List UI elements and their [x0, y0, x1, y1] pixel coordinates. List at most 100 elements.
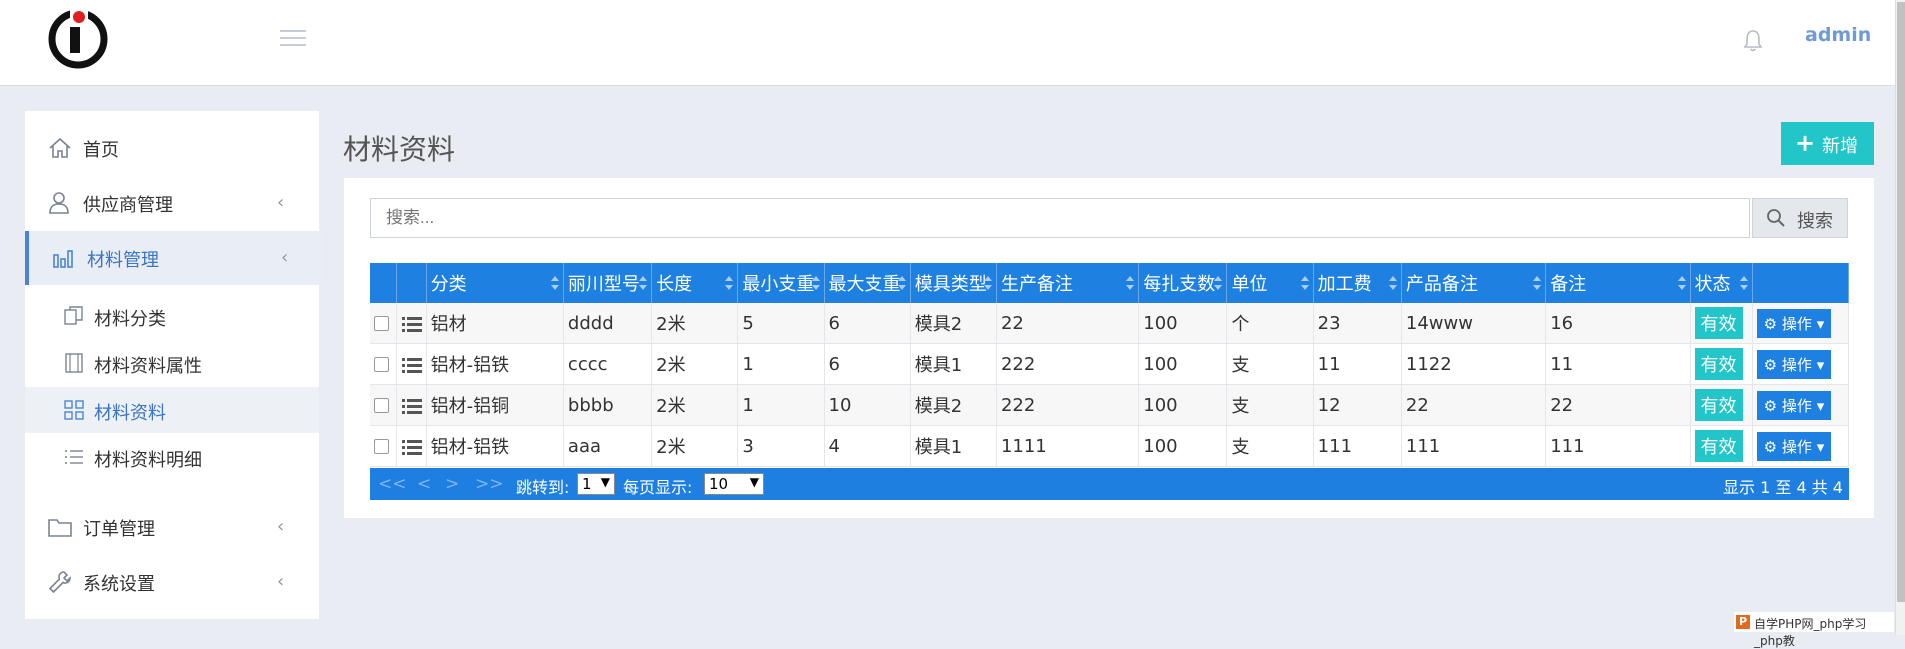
- chevron-left-icon: ‹: [277, 516, 285, 537]
- actions-label: 操作: [1781, 314, 1812, 333]
- search-button[interactable]: 搜索: [1752, 198, 1848, 238]
- chevron-left-icon: ‹: [277, 192, 285, 213]
- column-header[interactable]: 产品备注: [1401, 263, 1547, 303]
- home-icon: [49, 137, 71, 158]
- table-cell: aaa: [563, 425, 653, 467]
- column-header-label: 模具类型: [914, 274, 987, 295]
- actions-dropdown-button[interactable]: ⚙ 操作 ▾: [1756, 308, 1832, 338]
- plus-icon: +: [1795, 129, 1816, 157]
- sort-icon: [725, 276, 734, 290]
- sort-icon: [1677, 276, 1686, 290]
- row-checkbox-cell: [370, 343, 397, 385]
- column-header-label: 最大支重: [828, 274, 901, 295]
- table-body: 铝材 dddd 2米 5 6 模具2 22 100 个 23 14www 16 有效 ⚙ 操作 ▾ 铝材-铝…: [370, 303, 1850, 467]
- table-cell: 2米: [651, 384, 739, 426]
- table-cell: 111: [1545, 425, 1691, 467]
- sort-icon: [1533, 276, 1542, 290]
- column-header[interactable]: 丽川型号: [563, 263, 653, 303]
- table-row[interactable]: 铝材 dddd 2米 5 6 模具2 22 100 个 23 14www 16 有效 ⚙ 操作 ▾: [370, 303, 1850, 344]
- sort-icon: [639, 276, 648, 290]
- sidebar-item-suppliers[interactable]: 供应商管理 ‹: [25, 176, 319, 230]
- column-header[interactable]: 加工费: [1313, 263, 1402, 303]
- status-button[interactable]: 有效: [1694, 348, 1743, 380]
- column-header[interactable]: 生产备注: [996, 263, 1140, 303]
- bell-icon[interactable]: [1742, 28, 1764, 52]
- column-header-label: 丽川型号: [567, 274, 640, 295]
- last-page-button[interactable]: >>: [475, 474, 504, 494]
- row-checkbox[interactable]: [374, 316, 389, 331]
- actions-label: 操作: [1781, 396, 1812, 415]
- page-scrollbar[interactable]: [1895, 0, 1905, 635]
- table-row[interactable]: 铝材-铝铁 aaa 2米 3 4 模具1 1111 100 支 111 111 111 有效 ⚙ 操作 ▾: [370, 425, 1850, 467]
- column-header[interactable]: 长度: [651, 263, 739, 303]
- status-button[interactable]: 有效: [1694, 307, 1743, 339]
- user-icon: [49, 192, 69, 214]
- prev-page-button[interactable]: <: [417, 474, 431, 494]
- logo[interactable]: [46, 5, 110, 69]
- next-page-button[interactable]: >: [445, 474, 459, 494]
- add-button[interactable]: + 新增: [1781, 122, 1874, 165]
- actions-cell: ⚙ 操作 ▾: [1752, 343, 1850, 385]
- column-header[interactable]: 最小支重: [737, 263, 825, 303]
- column-header-label: 单位: [1231, 274, 1268, 295]
- row-checkbox[interactable]: [374, 398, 389, 413]
- column-header[interactable]: 模具类型: [910, 263, 997, 303]
- row-checkbox[interactable]: [374, 439, 389, 454]
- table-cell: dddd: [563, 303, 653, 344]
- actions-dropdown-button[interactable]: ⚙ 操作 ▾: [1756, 431, 1832, 461]
- list-icon[interactable]: [401, 356, 423, 374]
- sort-icon: [897, 276, 906, 290]
- jump-select[interactable]: 1 ▼: [577, 473, 615, 495]
- table-cell: 铝材: [426, 303, 564, 344]
- column-header-label: 状态: [1694, 274, 1731, 295]
- table-cell: 22: [1401, 384, 1547, 426]
- menu-toggle-icon[interactable]: [280, 30, 306, 50]
- search-input[interactable]: [370, 198, 1750, 238]
- sidebar-subitem-materials[interactable]: 材料资料: [25, 387, 319, 433]
- column-header-label: 生产备注: [1000, 274, 1073, 295]
- page-size-select[interactable]: 10 ▼: [704, 473, 764, 495]
- column-header[interactable]: 单位: [1226, 263, 1314, 303]
- column-header[interactable]: 分类: [426, 263, 564, 303]
- status-button[interactable]: 有效: [1694, 389, 1743, 421]
- sidebar-item-label: 订单管理: [83, 519, 155, 540]
- row-checkbox[interactable]: [374, 357, 389, 372]
- list-icon[interactable]: [401, 397, 423, 415]
- list-icon[interactable]: [401, 315, 423, 333]
- actions-dropdown-button[interactable]: ⚙ 操作 ▾: [1756, 349, 1832, 379]
- sidebar-item-materials[interactable]: 材料管理 ‹: [25, 231, 323, 285]
- column-header-label: 长度: [656, 274, 693, 295]
- column-header[interactable]: 状态: [1690, 263, 1753, 303]
- column-header[interactable]: 备注: [1545, 263, 1691, 303]
- list-icon[interactable]: [401, 438, 423, 456]
- sidebar-menu: 首页 供应商管理 ‹ 材料管理 ‹ 材料分类 材料资料属性 材料资料 材料资料明…: [25, 111, 323, 619]
- sidebar-subitem-material-details[interactable]: 材料资料明细: [25, 434, 319, 480]
- table-cell: 100: [1138, 303, 1228, 344]
- table-cell: 22: [996, 303, 1140, 344]
- sidebar-item-orders[interactable]: 订单管理 ‹: [25, 500, 319, 554]
- table-cell: 1: [737, 343, 825, 385]
- sidebar-subitem-material-category[interactable]: 材料分类: [25, 293, 319, 339]
- table-cell: 23: [1313, 303, 1402, 344]
- actions-dropdown-button[interactable]: ⚙ 操作 ▾: [1756, 390, 1832, 420]
- first-page-button[interactable]: <<: [378, 474, 407, 494]
- column-header-label: 最小支重: [742, 274, 815, 295]
- table-row[interactable]: 铝材-铝铜 bbbb 2米 1 10 模具2 222 100 支 12 22 22 有效 ⚙ 操作 ▾: [370, 384, 1850, 426]
- sidebar-item-home[interactable]: 首页: [25, 121, 319, 175]
- status-cell: 有效: [1690, 384, 1753, 426]
- table-row[interactable]: 铝材-铝铁 cccc 2米 1 6 模具1 222 100 支 11 1122 11 有效 ⚙ 操作 ▾: [370, 343, 1850, 385]
- table-cell: 模具2: [910, 384, 997, 426]
- gear-icon: ⚙: [1763, 355, 1778, 374]
- sidebar-subitem-material-attributes[interactable]: 材料资料属性: [25, 340, 319, 386]
- row-handle-cell: [396, 343, 427, 385]
- user-menu[interactable]: admin: [1805, 24, 1871, 46]
- sidebar-item-settings[interactable]: 系统设置 ‹: [25, 555, 319, 609]
- table-cell: 铝材-铝铜: [426, 384, 564, 426]
- status-button[interactable]: 有效: [1694, 430, 1743, 462]
- column-header-label: 分类: [430, 274, 467, 295]
- table-cell: 4: [824, 425, 911, 467]
- status-cell: 有效: [1690, 425, 1753, 467]
- table-cell: 支: [1226, 384, 1314, 426]
- column-header[interactable]: 最大支重: [824, 263, 911, 303]
- column-header[interactable]: 每扎支数: [1138, 263, 1228, 303]
